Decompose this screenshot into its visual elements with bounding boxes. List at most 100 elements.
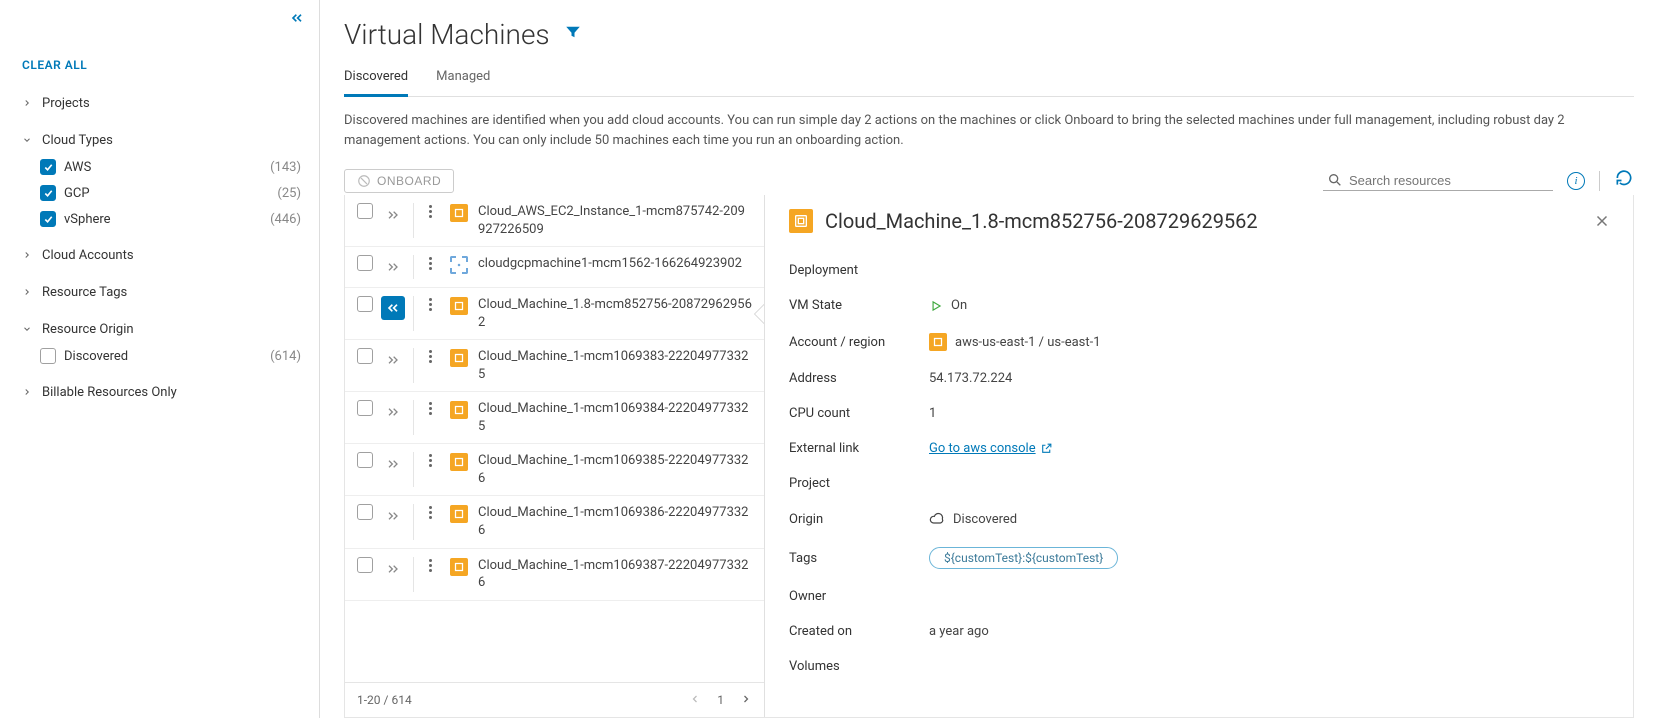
row-checkbox[interactable] bbox=[357, 255, 373, 271]
expand-row-icon[interactable] bbox=[381, 348, 405, 372]
checkbox[interactable] bbox=[40, 211, 56, 227]
checkbox[interactable] bbox=[40, 185, 56, 201]
external-link[interactable]: Go to aws console bbox=[929, 441, 1053, 456]
row-checkbox[interactable] bbox=[357, 452, 373, 468]
cloud-icon bbox=[929, 511, 945, 527]
pager-next[interactable] bbox=[740, 693, 752, 708]
chevron-down-icon bbox=[22, 323, 36, 337]
chevron-right-icon bbox=[22, 386, 36, 400]
row-menu-icon[interactable] bbox=[422, 296, 438, 311]
row-menu-icon[interactable] bbox=[422, 255, 438, 270]
row-menu-icon[interactable] bbox=[422, 557, 438, 572]
refresh-icon[interactable] bbox=[1614, 168, 1634, 193]
info-icon[interactable]: i bbox=[1567, 172, 1585, 190]
facet-header[interactable]: Resource Tags bbox=[22, 279, 301, 306]
table-row[interactable]: Cloud_Machine_1-mcm1069384-222049773325 bbox=[345, 392, 764, 444]
row-name: Cloud_Machine_1-mcm1069387-222049773326 bbox=[478, 557, 756, 592]
facet-item-label: Discovered bbox=[64, 349, 128, 364]
facet-group: Resource Origin Discovered (614) bbox=[22, 316, 301, 369]
facet-label: Resource Origin bbox=[42, 322, 134, 337]
checkbox[interactable] bbox=[40, 348, 56, 364]
vm-icon bbox=[450, 453, 468, 471]
facet-item[interactable]: AWS(143) bbox=[40, 154, 301, 180]
table-row[interactable]: Cloud_Machine_1.8-mcm852756-208729629562 bbox=[345, 288, 764, 340]
tab-managed[interactable]: Managed bbox=[436, 61, 490, 96]
expand-row-icon[interactable] bbox=[381, 557, 405, 581]
row-checkbox[interactable] bbox=[357, 348, 373, 364]
detail-panel: Cloud_Machine_1.8-mcm852756-208729629562… bbox=[765, 195, 1633, 717]
facet-item[interactable]: Discovered (614) bbox=[40, 343, 301, 369]
vm-icon bbox=[789, 209, 813, 233]
facet-item-count: (25) bbox=[277, 186, 301, 201]
expand-row-icon[interactable] bbox=[381, 504, 405, 528]
facet-label: Projects bbox=[42, 96, 90, 111]
facet-label: Cloud Types bbox=[42, 133, 113, 148]
filter-icon[interactable] bbox=[564, 23, 582, 46]
machines-list: Cloud_AWS_EC2_Instance_1-mcm875742-20992… bbox=[345, 195, 765, 717]
vm-icon bbox=[450, 349, 468, 367]
facet-label: Billable Resources Only bbox=[42, 385, 177, 400]
facet-group: Cloud Accounts bbox=[22, 242, 301, 269]
row-checkbox[interactable] bbox=[357, 557, 373, 573]
facet-label: Resource Tags bbox=[42, 285, 127, 300]
expand-row-icon[interactable] bbox=[381, 255, 405, 279]
row-name: cloudgcpmachine1-mcm1562-166264923902 bbox=[478, 255, 756, 273]
checkbox[interactable] bbox=[40, 159, 56, 175]
pager: 1-20 / 614 1 bbox=[345, 682, 764, 717]
aws-icon bbox=[929, 333, 947, 351]
tab-discovered[interactable]: Discovered bbox=[344, 61, 408, 97]
facet-item[interactable]: GCP (25) bbox=[40, 180, 301, 206]
pager-current: 1 bbox=[711, 691, 730, 709]
expand-row-icon[interactable] bbox=[381, 203, 405, 227]
collapse-sidebar-icon[interactable] bbox=[289, 10, 305, 30]
collapse-row-icon[interactable] bbox=[381, 296, 405, 320]
prop-val-created: a year ago bbox=[929, 624, 989, 639]
facet-header[interactable]: Billable Resources Only bbox=[22, 379, 301, 406]
facet-group: Billable Resources Only bbox=[22, 379, 301, 406]
clear-all-button[interactable]: CLEAR ALL bbox=[22, 58, 301, 72]
row-checkbox[interactable] bbox=[357, 203, 373, 219]
table-row[interactable]: Cloud_Machine_1-mcm1069387-222049773326 bbox=[345, 549, 764, 601]
onboard-button[interactable]: ONBOARD bbox=[344, 169, 454, 193]
facet-header[interactable]: Resource Origin bbox=[22, 316, 301, 343]
facet-header[interactable]: Cloud Types bbox=[22, 127, 301, 154]
facet-header[interactable]: Cloud Accounts bbox=[22, 242, 301, 269]
page-description: Discovered machines are identified when … bbox=[344, 111, 1634, 150]
chevron-right-icon bbox=[22, 286, 36, 300]
row-menu-icon[interactable] bbox=[422, 203, 438, 218]
content-split: Cloud_AWS_EC2_Instance_1-mcm875742-20992… bbox=[344, 195, 1634, 718]
vm-icon bbox=[450, 558, 468, 576]
tabs: Discovered Managed bbox=[344, 61, 1634, 97]
table-row[interactable]: Cloud_Machine_1-mcm1069383-222049773325 bbox=[345, 340, 764, 392]
search-input[interactable] bbox=[1349, 173, 1549, 188]
expand-row-icon[interactable] bbox=[381, 400, 405, 424]
close-icon[interactable] bbox=[1593, 211, 1611, 235]
row-checkbox[interactable] bbox=[357, 296, 373, 312]
row-menu-icon[interactable] bbox=[422, 452, 438, 467]
expand-row-icon[interactable] bbox=[381, 452, 405, 476]
table-row[interactable]: cloudgcpmachine1-mcm1562-166264923902 bbox=[345, 247, 764, 288]
prop-val-vmstate: On bbox=[929, 298, 967, 313]
facet-item-label: vSphere bbox=[64, 212, 111, 227]
page-title-row: Virtual Machines bbox=[344, 18, 1634, 51]
table-row[interactable]: Cloud_AWS_EC2_Instance_1-mcm875742-20992… bbox=[345, 195, 764, 247]
row-checkbox[interactable] bbox=[357, 504, 373, 520]
row-checkbox[interactable] bbox=[357, 400, 373, 416]
table-row[interactable]: Cloud_Machine_1-mcm1069386-222049773326 bbox=[345, 496, 764, 548]
prop-key-account: Account / region bbox=[789, 335, 929, 350]
prop-key-cpu: CPU count bbox=[789, 406, 929, 421]
pager-prev[interactable] bbox=[689, 693, 701, 708]
prop-val-cpu: 1 bbox=[929, 406, 936, 421]
facet-item-label: GCP bbox=[64, 186, 90, 201]
row-menu-icon[interactable] bbox=[422, 504, 438, 519]
tag-pill[interactable]: ${customTest}:${customTest} bbox=[929, 547, 1118, 569]
row-menu-icon[interactable] bbox=[422, 400, 438, 415]
table-row[interactable]: Cloud_Machine_1-mcm1069385-222049773326 bbox=[345, 444, 764, 496]
prop-key-extlink: External link bbox=[789, 441, 929, 456]
search-box[interactable] bbox=[1323, 170, 1553, 191]
facet-item-count: (614) bbox=[270, 349, 301, 364]
facet-item[interactable]: vSphere(446) bbox=[40, 206, 301, 232]
list-scroll[interactable]: Cloud_AWS_EC2_Instance_1-mcm875742-20992… bbox=[345, 195, 764, 682]
facet-header[interactable]: Projects bbox=[22, 90, 301, 117]
row-menu-icon[interactable] bbox=[422, 348, 438, 363]
